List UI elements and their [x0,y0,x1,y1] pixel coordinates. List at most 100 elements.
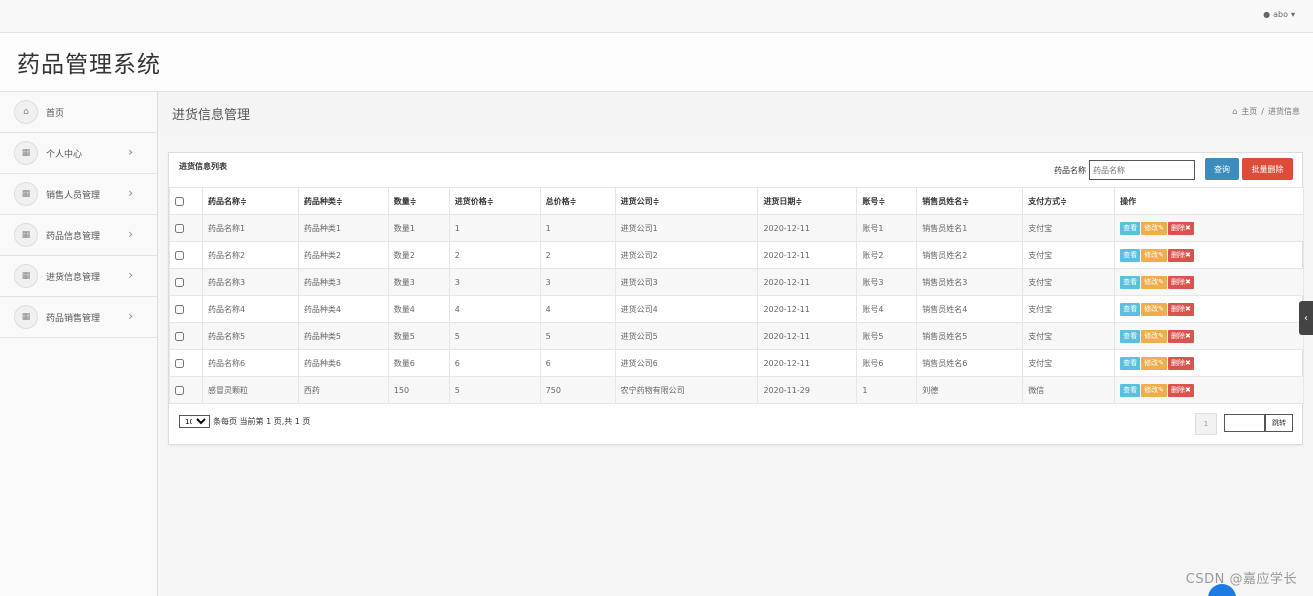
cell-purchase-price: 5 [448,322,541,350]
pager-summary: 条每页 当前第 1 页,共 1 页 [213,417,311,426]
cell-drug-name: 药品名称2 [201,241,299,269]
view-button[interactable]: 查看 [1120,248,1141,262]
grid-icon: ▦ [14,305,38,329]
cell-quantity: 数量6 [387,349,450,377]
cell-drug-type: 药品种类6 [297,349,389,377]
view-button[interactable]: 查看 [1120,221,1141,235]
edit-button[interactable]: 修改✎ [1141,248,1167,262]
cell-account: 账号5 [856,322,918,350]
watermark: CSDN @嘉应学长 [1185,572,1297,587]
view-button[interactable]: 查看 [1120,356,1141,370]
chevron-right-icon: › [128,145,133,159]
row-checkbox[interactable] [175,223,184,233]
sidebar-item-drug-sales[interactable]: ▦ 药品销售管理 › [0,297,157,338]
row-checkbox[interactable] [175,358,184,368]
sidebar: ⌂ 首页 ▦ 个人中心 › ▦ 销售人员管理 › ▦ 药品信息管理 › ▦ 进货… [0,92,158,596]
edit-button[interactable]: 修改✎ [1141,275,1167,289]
cell-supplier: 进货公司6 [614,349,759,377]
column-header[interactable]: 进货公司≑ [614,187,759,215]
row-checkbox[interactable] [175,277,184,287]
sidebar-item-home[interactable]: ⌂ 首页 [0,92,157,133]
cell-payment: 支付宝 [1022,268,1116,296]
row-checkbox[interactable] [175,385,184,395]
row-actions: 查看 修改✎ 删除✖ [1120,356,1298,370]
table-row: 药品名称4 药品种类4 数量4 4 4 进货公司4 2020-12-11 账号4… [169,295,1304,323]
sidebar-item-label: 销售人员管理 [46,190,101,201]
sidebar-item-sales-staff[interactable]: ▦ 销售人员管理 › [0,174,157,215]
table-header-row: 药品名称≑ 药品种类≑ 数量≑ 进货价格≑ 总价格≑ 进货公司≑ 进货日期≑ 账… [169,187,1304,215]
breadcrumb-separator: / [1261,107,1264,116]
row-checkbox[interactable] [175,250,184,260]
cell-quantity: 数量2 [387,241,450,269]
column-header[interactable]: 支付方式≑ [1022,187,1116,215]
cell-total-price: 750 [539,376,616,404]
list-panel: 进货信息列表 药品名称 查询 批量删除 药品名称≑ 药品种类≑ 数量≑ 进货价格… [168,152,1304,445]
cell-drug-name: 感冒灵颗粒 [201,376,299,404]
select-all-checkbox[interactable] [175,196,184,206]
delete-button[interactable]: 删除✖ [1167,275,1194,289]
cell-purchase-price: 6 [448,349,541,377]
edit-button[interactable]: 修改✎ [1141,356,1167,370]
row-checkbox[interactable] [175,304,184,314]
edit-button[interactable]: 修改✎ [1141,383,1167,397]
query-button[interactable]: 查询 [1205,158,1239,180]
sidebar-item-label: 进货信息管理 [46,272,101,283]
view-button[interactable]: 查看 [1120,302,1141,316]
cell-purchase-date: 2020-12-11 [757,349,858,377]
grid-icon: ▦ [14,141,38,165]
delete-button[interactable]: 删除✖ [1167,383,1194,397]
view-button[interactable]: 查看 [1120,383,1141,397]
search-input[interactable] [1089,160,1195,180]
cell-drug-type: 药品种类5 [297,322,389,350]
cell-total-price: 5 [539,322,616,350]
delete-button[interactable]: 删除✖ [1167,248,1194,262]
sidebar-item-drug-info[interactable]: ▦ 药品信息管理 › [0,215,157,256]
cell-drug-type: 药品种类3 [297,268,389,296]
edit-button[interactable]: 修改✎ [1141,221,1167,235]
cell-supplier: 进货公司1 [614,214,759,242]
column-header[interactable]: 总价格≑ [539,187,616,215]
grid-icon: ▦ [14,223,38,247]
view-button[interactable]: 查看 [1120,275,1141,289]
column-header[interactable]: 药品种类≑ [297,187,389,215]
jump-button[interactable]: 跳转 [1265,414,1293,432]
table-row: 药品名称3 药品种类3 数量3 3 3 进货公司3 2020-12-11 账号3… [169,268,1304,296]
column-header[interactable]: 销售员姓名≑ [916,187,1024,215]
cell-drug-name: 药品名称1 [201,214,299,242]
view-button[interactable]: 查看 [1120,329,1141,343]
cell-salesperson: 销售员姓名5 [916,322,1024,350]
delete-button[interactable]: 删除✖ [1167,221,1194,235]
row-actions: 查看 修改✎ 删除✖ [1120,221,1298,235]
cell-payment: 支付宝 [1022,295,1116,323]
user-menu[interactable]: ● abo ▾ [1263,10,1295,19]
column-header[interactable]: 进货价格≑ [448,187,541,215]
cell-total-price: 6 [539,349,616,377]
batch-delete-button[interactable]: 批量删除 [1242,158,1293,180]
chevron-right-icon: › [128,227,133,241]
table-row: 药品名称5 药品种类5 数量5 5 5 进货公司5 2020-12-11 账号5… [169,322,1304,350]
column-header[interactable]: 数量≑ [387,187,450,215]
cell-drug-name: 药品名称5 [201,322,299,350]
jump-page-input[interactable] [1224,414,1265,432]
edit-button[interactable]: 修改✎ [1141,329,1167,343]
row-actions: 查看 修改✎ 删除✖ [1120,275,1298,289]
row-checkbox[interactable] [175,331,184,341]
delete-button[interactable]: 删除✖ [1167,329,1194,343]
page-number-button[interactable]: 1 [1195,413,1217,435]
side-toggle-tab[interactable]: ‹ [1299,301,1313,335]
column-header[interactable]: 药品名称≑ [201,187,299,215]
cell-purchase-price: 1 [448,214,541,242]
cell-account: 账号1 [856,214,918,242]
column-header[interactable]: 账号≑ [856,187,918,215]
sidebar-item-purchase-info[interactable]: ▦ 进货信息管理 › [0,256,157,297]
delete-button[interactable]: 删除✖ [1167,356,1194,370]
breadcrumb-home[interactable]: 主页 [1241,106,1257,117]
page-size-select[interactable]: 10 [179,415,210,428]
column-header[interactable]: 进货日期≑ [757,187,858,215]
delete-button[interactable]: 删除✖ [1167,302,1194,316]
cell-salesperson: 销售员姓名1 [916,214,1024,242]
sidebar-item-personal[interactable]: ▦ 个人中心 › [0,133,157,174]
chevron-down-icon: ▾ [1290,10,1295,19]
cell-quantity: 数量1 [387,214,450,242]
edit-button[interactable]: 修改✎ [1141,302,1167,316]
